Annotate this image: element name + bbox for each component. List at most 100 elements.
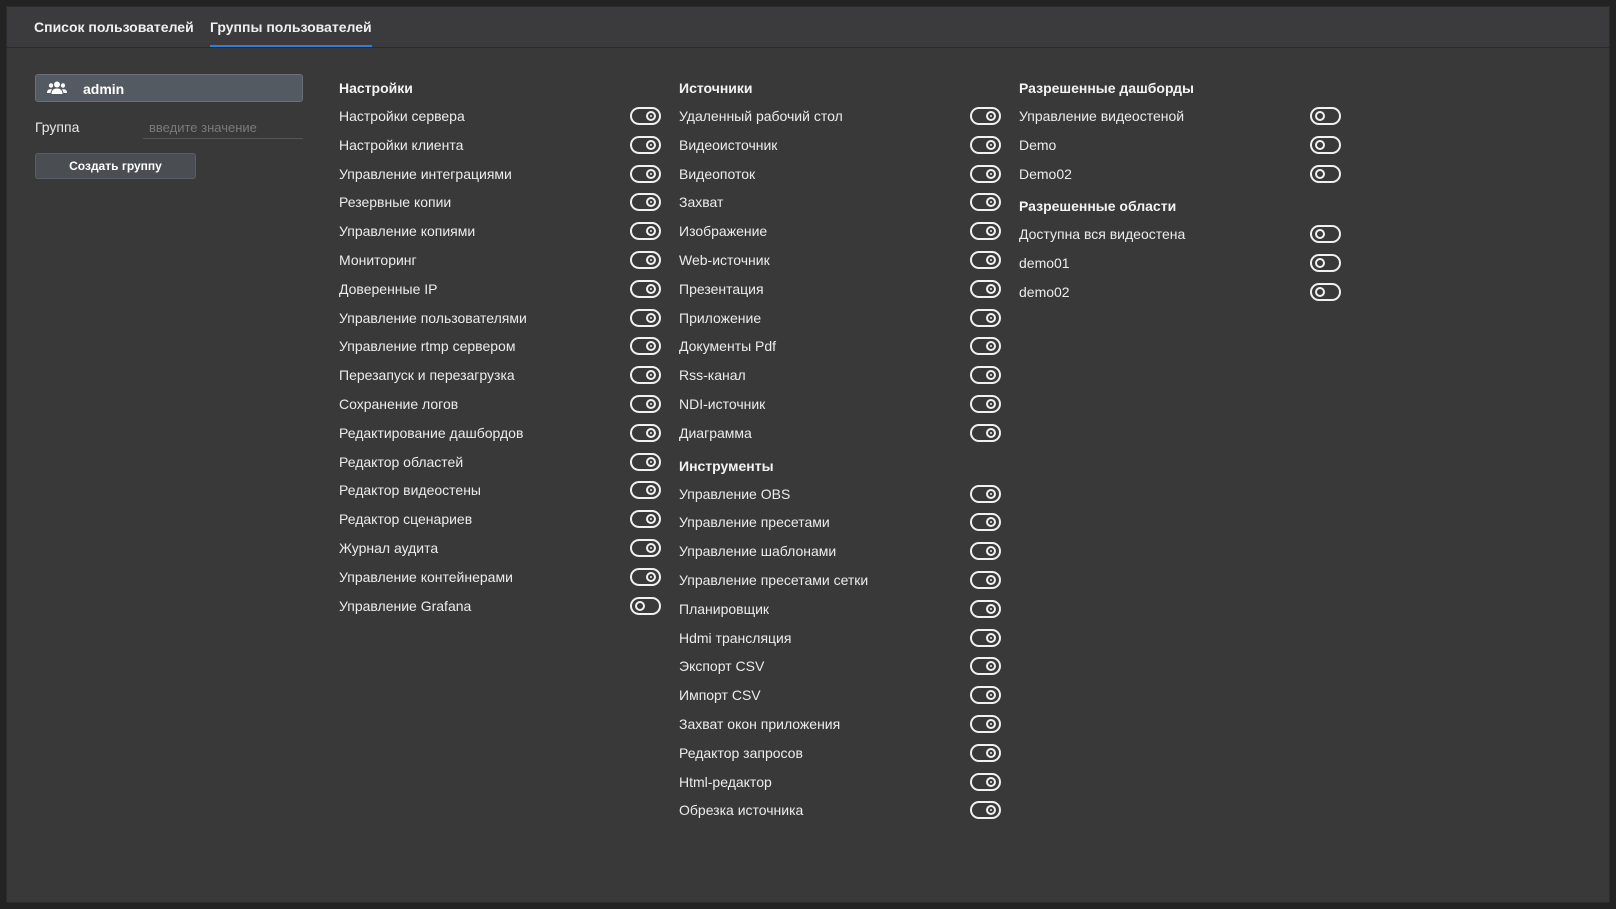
toggle-knob-icon xyxy=(1315,286,1325,297)
permission-toggle[interactable] xyxy=(970,394,1001,413)
toggle-knob-icon xyxy=(986,546,996,557)
toggle-knob-icon xyxy=(646,168,656,179)
permission-toggle[interactable] xyxy=(630,337,661,356)
settings-list: Настройки сервера Настройки клиента Управл… xyxy=(339,103,661,621)
permission-label: Demo02 xyxy=(1019,165,1072,182)
permission-toggle[interactable] xyxy=(970,308,1001,327)
permission-row: Html-редактор xyxy=(679,769,1001,798)
sources-list: Удаленный рабочий стол Видеоисточник Видео… xyxy=(679,103,1001,449)
permission-toggle[interactable] xyxy=(970,366,1001,385)
permission-label: Документы Pdf xyxy=(679,338,777,355)
permission-toggle[interactable] xyxy=(970,714,1001,733)
permission-toggle[interactable] xyxy=(970,657,1001,676)
permission-toggle[interactable] xyxy=(970,686,1001,705)
permission-toggle[interactable] xyxy=(630,366,661,385)
permission-toggle[interactable] xyxy=(630,135,661,154)
permission-toggle[interactable] xyxy=(630,107,661,125)
toggle-knob-icon xyxy=(646,283,656,294)
group-list-item-admin[interactable]: admin xyxy=(35,74,303,102)
permission-toggle[interactable] xyxy=(630,394,661,413)
permission-toggle[interactable] xyxy=(1310,164,1341,183)
permission-toggle[interactable] xyxy=(970,570,1001,589)
permission-toggle[interactable] xyxy=(970,542,1001,561)
permission-toggle[interactable] xyxy=(630,250,661,269)
permission-toggle[interactable] xyxy=(630,423,661,442)
permission-row: Мониторинг xyxy=(339,247,661,276)
toggle-knob-icon xyxy=(646,571,656,582)
permission-row: Demo02 xyxy=(1019,161,1341,190)
permission-label: Журнал аудита xyxy=(339,539,439,556)
toggle-knob-icon xyxy=(986,488,996,499)
permission-toggle[interactable] xyxy=(970,423,1001,442)
permission-toggle[interactable] xyxy=(970,599,1001,618)
permission-row: Экспорт CSV xyxy=(679,653,1001,682)
permission-toggle[interactable] xyxy=(1310,107,1341,125)
permission-toggle[interactable] xyxy=(630,567,661,586)
permission-toggle[interactable] xyxy=(970,135,1001,154)
toggle-knob-icon xyxy=(986,718,996,729)
permission-toggle[interactable] xyxy=(630,193,661,212)
permission-row: demo02 xyxy=(1019,279,1341,308)
permission-toggle[interactable] xyxy=(970,107,1001,125)
permission-toggle[interactable] xyxy=(1310,225,1341,244)
permission-toggle[interactable] xyxy=(630,164,661,183)
permission-toggle[interactable] xyxy=(970,193,1001,212)
permission-toggle[interactable] xyxy=(970,743,1001,762)
permission-toggle[interactable] xyxy=(970,222,1001,241)
permission-toggle[interactable] xyxy=(630,538,661,557)
toggle-knob-icon xyxy=(986,747,996,758)
permission-label: Захват xyxy=(679,194,724,211)
tab-user-groups[interactable]: Группы пользователей xyxy=(210,7,372,47)
permission-label: Захват окон приложения xyxy=(679,715,841,732)
group-field-label: Группа xyxy=(35,119,80,135)
permission-toggle[interactable] xyxy=(630,452,661,471)
permission-label: Управление копиями xyxy=(339,223,476,240)
permission-toggle[interactable] xyxy=(630,481,661,500)
toggle-knob-icon xyxy=(986,254,996,265)
permission-label: demo02 xyxy=(1019,283,1070,300)
permission-toggle[interactable] xyxy=(1310,135,1341,154)
toggle-knob-icon xyxy=(646,197,656,208)
permission-toggle[interactable] xyxy=(630,279,661,298)
permission-label: Доверенные IP xyxy=(339,280,438,297)
permission-toggle[interactable] xyxy=(970,164,1001,183)
permission-label: Диаграмма xyxy=(679,424,752,441)
permission-label: Управление интеграциями xyxy=(339,165,512,182)
permission-toggle[interactable] xyxy=(630,308,661,327)
tab-user-list[interactable]: Список пользователей xyxy=(34,7,194,47)
permission-row: Редактор запросов xyxy=(679,740,1001,769)
toggle-knob-icon xyxy=(646,370,656,381)
toggle-knob-icon xyxy=(1315,229,1325,240)
permission-toggle[interactable] xyxy=(970,484,1001,503)
toggle-knob-icon xyxy=(646,542,656,553)
permission-row: Управление пресетами сетки xyxy=(679,567,1001,596)
tools-title: Инструменты xyxy=(679,457,774,474)
permission-row: Управление rtmp сервером xyxy=(339,333,661,362)
permission-toggle[interactable] xyxy=(970,772,1001,791)
permission-toggle[interactable] xyxy=(970,628,1001,647)
toggle-knob-icon xyxy=(646,398,656,409)
permission-row: Редактирование дашбордов xyxy=(339,420,661,449)
permission-row: Настройки клиента xyxy=(339,132,661,161)
settings-title: Настройки xyxy=(339,80,413,96)
sources-title: Источники xyxy=(679,80,753,96)
permission-row: Настройки сервера xyxy=(339,103,661,132)
create-group-button[interactable]: Создать группу xyxy=(35,153,196,179)
permission-toggle[interactable] xyxy=(970,801,1001,820)
permission-toggle[interactable] xyxy=(970,279,1001,298)
permission-label: Управление пресетами xyxy=(679,514,830,531)
permission-toggle[interactable] xyxy=(1310,254,1341,273)
permission-toggle[interactable] xyxy=(630,596,661,615)
permission-toggle[interactable] xyxy=(630,510,661,529)
permission-toggle[interactable] xyxy=(970,250,1001,269)
permission-label: Импорт CSV xyxy=(679,687,761,704)
permission-row: Редактор сценариев xyxy=(339,506,661,535)
permission-toggle[interactable] xyxy=(1310,282,1341,301)
permission-toggle[interactable] xyxy=(970,337,1001,356)
group-name-input[interactable] xyxy=(143,117,303,139)
permission-label: Приложение xyxy=(679,309,762,326)
permission-label: Резервные копии xyxy=(339,194,452,211)
permission-toggle[interactable] xyxy=(970,513,1001,532)
permission-row: Видеопоток xyxy=(679,161,1001,190)
permission-toggle[interactable] xyxy=(630,222,661,241)
